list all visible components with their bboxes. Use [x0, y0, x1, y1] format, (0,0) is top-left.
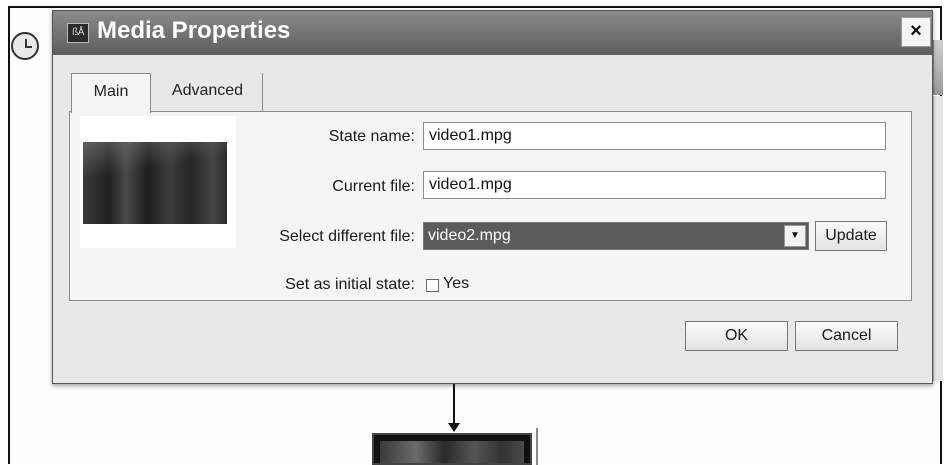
current-file-field[interactable]: video1.mpg: [423, 171, 886, 199]
select-file-value: video2.mpg: [428, 227, 511, 244]
state-node-edge: [536, 428, 538, 465]
initial-state-checkbox-label[interactable]: Yes: [443, 275, 469, 293]
media-thumbnail: [80, 116, 236, 248]
close-button[interactable]: ×: [901, 17, 931, 47]
state-name-label: State name:: [328, 128, 415, 145]
select-file-label: Select different file:: [279, 228, 415, 245]
select-file-dropdown[interactable]: video2.mpg ▼: [423, 222, 809, 250]
background-panel-edge: [933, 96, 943, 381]
tab-advanced[interactable]: Advanced: [153, 73, 263, 111]
media-properties-dialog: ßÅ Media Properties × Main Advanced Stat…: [52, 10, 933, 384]
flow-arrow-icon: [448, 423, 460, 432]
dialog-titlebar[interactable]: ßÅ Media Properties ×: [53, 11, 932, 55]
dialog-title: Media Properties: [97, 17, 291, 44]
update-button[interactable]: Update: [815, 221, 887, 251]
tab-main[interactable]: Main: [71, 73, 151, 113]
cancel-button[interactable]: Cancel: [795, 321, 898, 351]
app-icon: ßÅ: [67, 23, 89, 43]
chevron-down-icon[interactable]: ▼: [784, 225, 806, 247]
current-file-label: Current file:: [332, 178, 415, 195]
state-name-field[interactable]: video1.mpg: [423, 122, 886, 150]
initial-state-checkbox[interactable]: [426, 279, 439, 292]
ok-button[interactable]: OK: [685, 321, 788, 351]
initial-state-label: Set as initial state:: [285, 276, 415, 293]
stopwatch-icon[interactable]: [11, 32, 39, 60]
state-node-preview: [380, 441, 524, 463]
state-node-thumbnail[interactable]: [372, 433, 532, 465]
flow-connector-line: [453, 384, 455, 426]
background-toolbar-edge: [933, 40, 943, 95]
main-tab-panel: State name: video1.mpg Current file: vid…: [69, 111, 912, 301]
video-preview-image: [83, 142, 227, 224]
